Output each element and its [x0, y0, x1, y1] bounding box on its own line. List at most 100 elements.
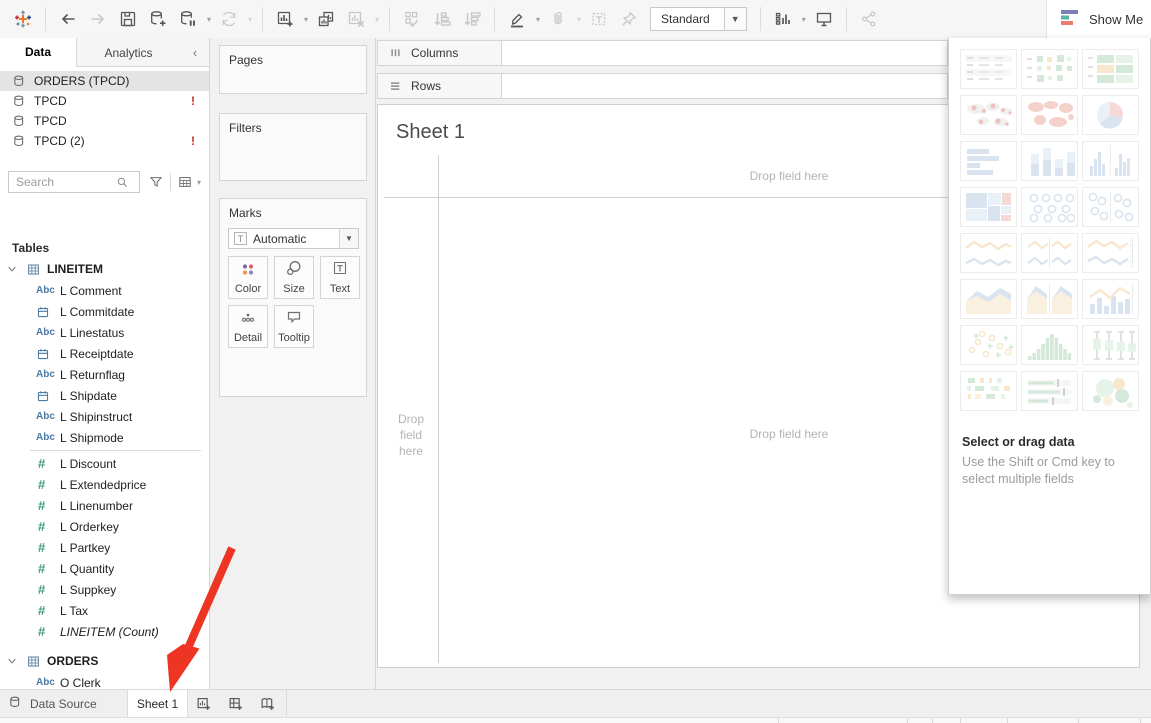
highlight-button-caret-icon[interactable]: ▾: [533, 15, 543, 24]
search-box[interactable]: [8, 171, 140, 193]
duplicate-sheet-button[interactable]: [312, 5, 340, 33]
showme-symbol-map-thumbnail[interactable]: [960, 95, 1017, 135]
field-item[interactable]: L Shipdate: [0, 385, 209, 406]
view-as-icon[interactable]: [177, 174, 193, 190]
data-source-item[interactable]: ORDERS (TPCD): [0, 71, 209, 91]
collapse-pane-button[interactable]: ‹: [181, 38, 209, 66]
showme-bullet-graph-thumbnail[interactable]: [1021, 371, 1078, 411]
data-source-item[interactable]: TPCD!: [0, 91, 209, 111]
field-item[interactable]: #L Suppkey: [0, 579, 209, 600]
share-button[interactable]: [855, 5, 883, 33]
save-button[interactable]: [114, 5, 142, 33]
showme-histogram-thumbnail[interactable]: [1021, 325, 1078, 365]
drop-zone-rows[interactable]: Drop field here: [384, 411, 438, 459]
new-worksheet-tab-button[interactable]: [188, 690, 220, 717]
field-item[interactable]: AbcL Linestatus: [0, 322, 209, 343]
new-dashboard-tab-button[interactable]: [220, 690, 252, 717]
chevron-down-icon[interactable]: [6, 263, 20, 275]
mark-type-dropdown[interactable]: T Automatic ▼: [228, 228, 359, 249]
field-item[interactable]: #L Quantity: [0, 558, 209, 579]
new-worksheet-button[interactable]: [271, 5, 299, 33]
showme-text-table-thumbnail[interactable]: [960, 49, 1017, 89]
marks-color-button[interactable]: Color: [228, 256, 268, 299]
showme-side-by-side-circles-thumbnail[interactable]: [1082, 187, 1139, 227]
marks-tooltip-button[interactable]: Tooltip: [274, 305, 314, 348]
showme-highlight-table-thumbnail[interactable]: [1082, 49, 1139, 89]
columns-shelf-droparea[interactable]: [502, 40, 948, 66]
mark-type-caret-icon[interactable]: ▼: [339, 229, 358, 248]
showme-circle-views-thumbnail[interactable]: [1021, 187, 1078, 227]
pause-auto-updates-button[interactable]: [174, 5, 202, 33]
showme-treemap-thumbnail[interactable]: [960, 187, 1017, 227]
new-data-source-button[interactable]: [144, 5, 172, 33]
field-item[interactable]: AbcL Shipinstruct: [0, 406, 209, 427]
clear-sheet-button[interactable]: [342, 5, 370, 33]
field-item[interactable]: AbcL Shipmode: [0, 427, 209, 448]
swap-rows-columns-button[interactable]: [398, 5, 426, 33]
new-story-tab-button[interactable]: [252, 690, 284, 717]
search-input[interactable]: [9, 175, 115, 189]
show-hide-cards-button-caret-icon[interactable]: ▾: [799, 15, 809, 24]
clear-sheet-button-caret-icon[interactable]: ▾: [372, 15, 382, 24]
showme-filled-map-thumbnail[interactable]: [1021, 95, 1078, 135]
fit-selector[interactable]: Standard▼: [650, 7, 747, 31]
showme-discrete-lines-thumbnail[interactable]: [1021, 233, 1078, 273]
data-source-tab[interactable]: Data Source: [0, 690, 128, 717]
showme-box-and-whisker-thumbnail[interactable]: [1082, 325, 1139, 365]
showme-dual-lines-thumbnail[interactable]: [1082, 233, 1139, 273]
showme-horizontal-bars-thumbnail[interactable]: [960, 141, 1017, 181]
view-as-caret-icon[interactable]: ▾: [194, 178, 204, 187]
sort-descending-button[interactable]: [458, 5, 486, 33]
showme-side-by-side-bars-thumbnail[interactable]: [1082, 141, 1139, 181]
showme-heat-map-thumbnail[interactable]: [1021, 49, 1078, 89]
sort-ascending-button[interactable]: [428, 5, 456, 33]
run-auto-updates-button-caret-icon[interactable]: ▾: [245, 15, 255, 24]
table-group-header[interactable]: ORDERS: [0, 650, 209, 672]
tab-data[interactable]: Data: [0, 38, 77, 67]
chevron-down-icon[interactable]: [6, 655, 20, 667]
showme-continuous-lines-thumbnail[interactable]: [960, 233, 1017, 273]
group-members-button-caret-icon[interactable]: ▾: [574, 15, 584, 24]
marks-size-button[interactable]: Size: [274, 256, 314, 299]
showme-packed-bubbles-thumbnail[interactable]: [1082, 371, 1139, 411]
show-hide-cards-button[interactable]: [769, 5, 797, 33]
run-auto-updates-button[interactable]: [215, 5, 243, 33]
field-item[interactable]: #L Orderkey: [0, 516, 209, 537]
data-source-item[interactable]: TPCD: [0, 111, 209, 131]
showme-scatter-plot-thumbnail[interactable]: [960, 325, 1017, 365]
show-me-button[interactable]: Show Me: [1046, 0, 1151, 38]
fix-axes-button[interactable]: [615, 5, 643, 33]
redo-button[interactable]: [84, 5, 112, 33]
table-group-header[interactable]: LINEITEM: [0, 258, 209, 280]
marks-text-button[interactable]: Text: [320, 256, 360, 299]
field-item[interactable]: L Receiptdate: [0, 343, 209, 364]
showme-area-discrete-thumbnail[interactable]: [1021, 279, 1078, 319]
tab-analytics[interactable]: Analytics: [77, 38, 180, 67]
showme-gantt-thumbnail[interactable]: [960, 371, 1017, 411]
marks-detail-button[interactable]: Detail: [228, 305, 268, 348]
field-item[interactable]: AbcL Returnflag: [0, 364, 209, 385]
new-worksheet-button-caret-icon[interactable]: ▾: [301, 15, 311, 24]
field-item[interactable]: #L Linenumber: [0, 495, 209, 516]
undo-button[interactable]: [54, 5, 82, 33]
highlight-button[interactable]: [503, 5, 531, 33]
filter-funnel-icon[interactable]: [148, 174, 164, 190]
pages-shelf[interactable]: Pages: [219, 45, 367, 94]
field-item[interactable]: #L Tax: [0, 600, 209, 621]
field-item[interactable]: AbcL Comment: [0, 280, 209, 301]
show-mark-labels-button[interactable]: [585, 5, 613, 33]
rows-shelf-droparea[interactable]: [502, 73, 948, 99]
sheet-tab[interactable]: Sheet 1: [128, 690, 188, 717]
showme-pie-chart-thumbnail[interactable]: [1082, 95, 1139, 135]
data-source-item[interactable]: TPCD (2)!: [0, 131, 209, 151]
field-item[interactable]: #LINEITEM (Count): [0, 621, 209, 642]
pause-auto-updates-button-caret-icon[interactable]: ▾: [204, 15, 214, 24]
showme-area-continuous-thumbnail[interactable]: [960, 279, 1017, 319]
filters-shelf[interactable]: Filters: [219, 113, 367, 181]
field-item[interactable]: #L Discount: [0, 453, 209, 474]
group-members-button[interactable]: [544, 5, 572, 33]
showme-dual-combination-thumbnail[interactable]: [1082, 279, 1139, 319]
showme-stacked-bars-thumbnail[interactable]: [1021, 141, 1078, 181]
field-item[interactable]: #L Extendedprice: [0, 474, 209, 495]
field-item[interactable]: #L Partkey: [0, 537, 209, 558]
